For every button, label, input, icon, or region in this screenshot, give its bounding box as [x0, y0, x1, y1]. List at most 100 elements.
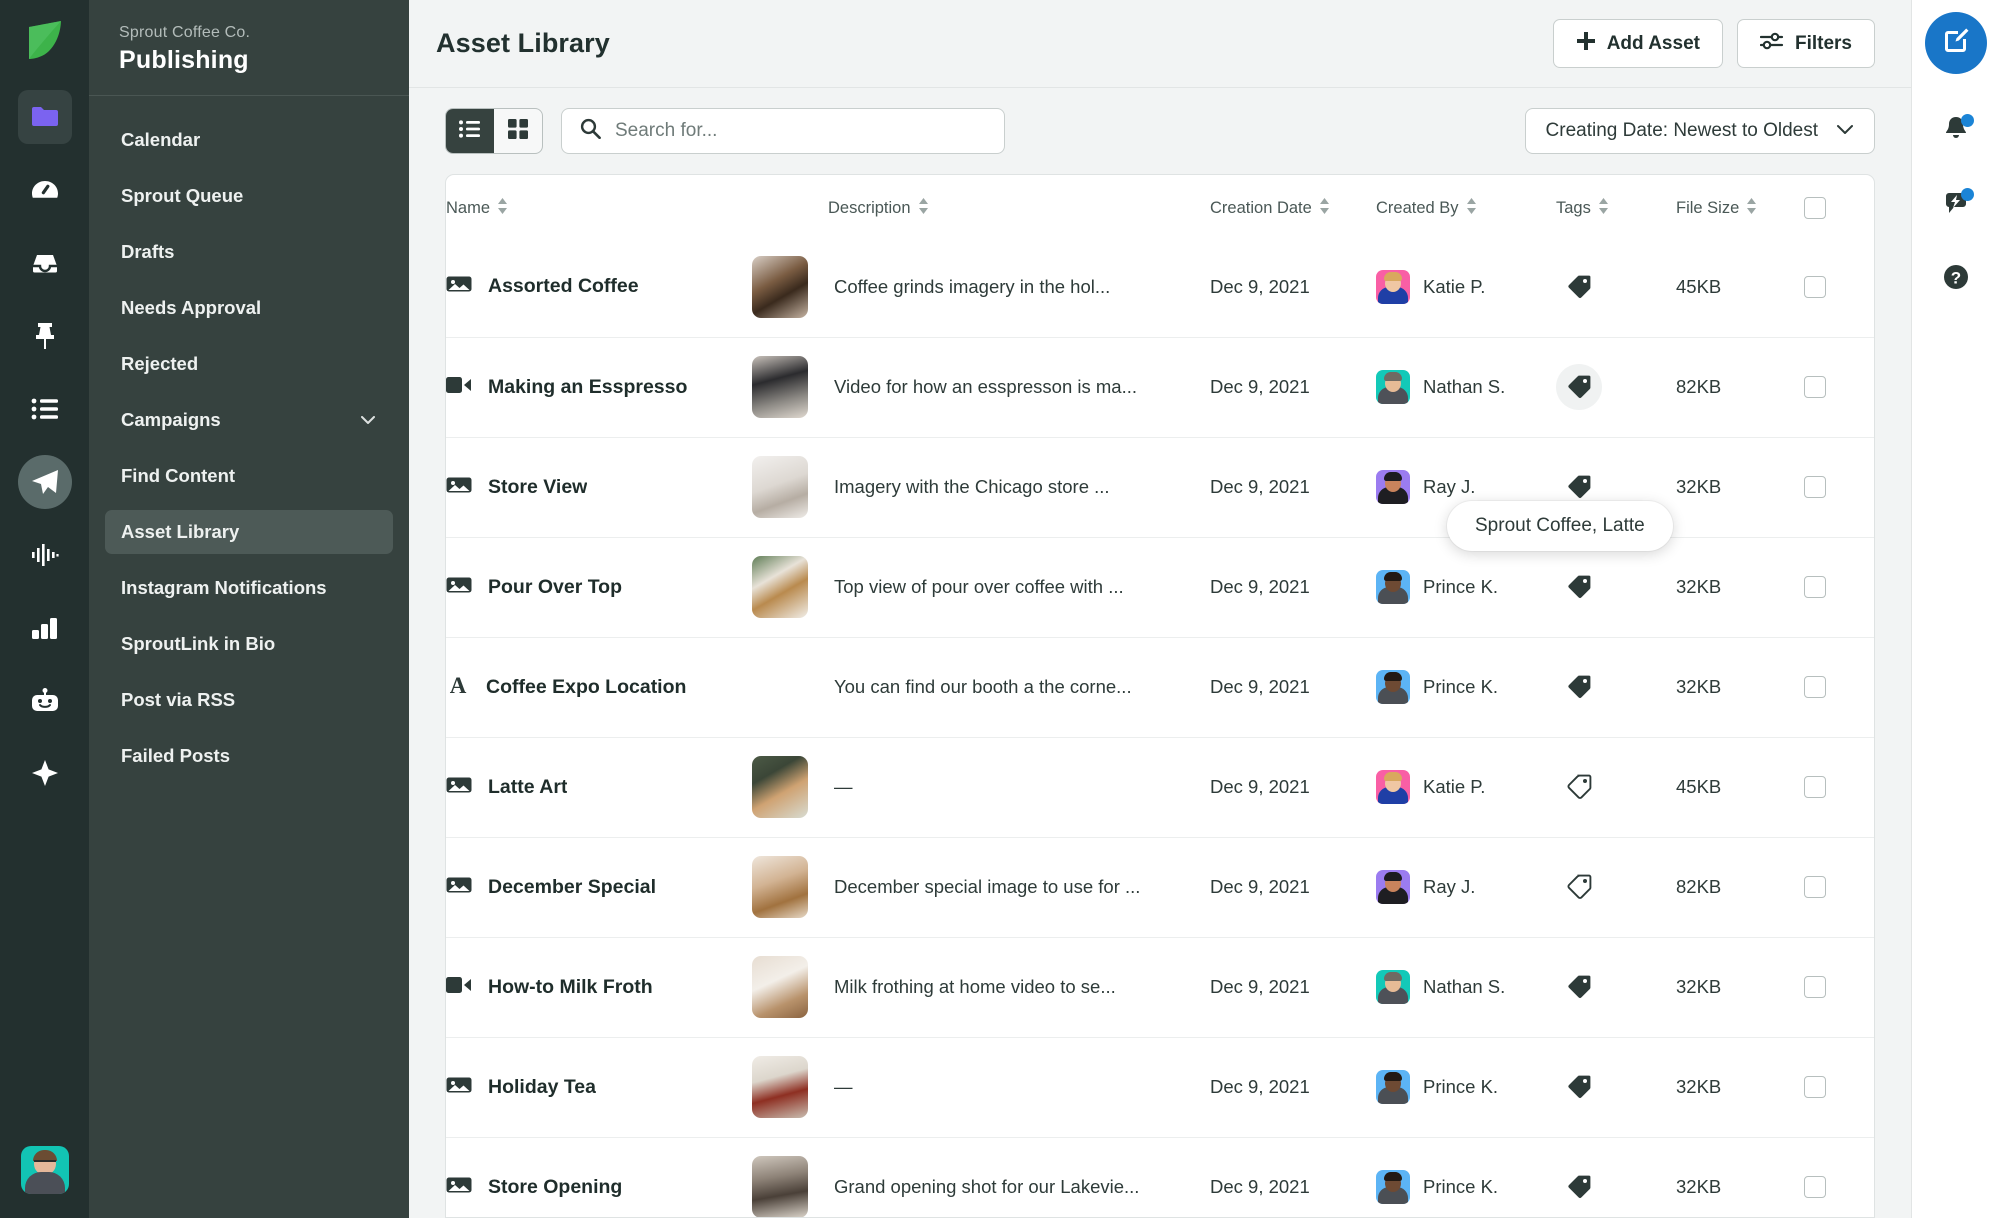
column-header-description[interactable]: Description — [828, 175, 1210, 237]
table-row[interactable]: A Coffee Expo Location You can find our bo… — [446, 636, 1874, 737]
rail-item-audio[interactable] — [18, 528, 72, 582]
tag-icon[interactable] — [1556, 364, 1602, 410]
row-checkbox[interactable] — [1804, 476, 1826, 498]
table-row[interactable]: Assorted Coffee Coffee grinds imagery in … — [446, 237, 1874, 337]
sidebar-item-sprout-queue[interactable]: Sprout Queue — [105, 174, 393, 218]
cell-description: Imagery with the Chicago store ... — [752, 436, 1210, 537]
list-view-icon — [459, 119, 481, 143]
cell-created-by: Prince K. — [1376, 1036, 1556, 1137]
cell-description: Coffee grinds imagery in the hol... — [752, 237, 1210, 337]
table-row[interactable]: How-to Milk Froth Milk frothing at home v… — [446, 936, 1874, 1037]
sidebar-item-asset-library[interactable]: Asset Library — [105, 510, 393, 554]
cell-description: — — [752, 736, 1210, 837]
search-box[interactable] — [561, 108, 1005, 154]
sidebar-item-find-content[interactable]: Find Content — [105, 454, 393, 498]
row-checkbox[interactable] — [1804, 676, 1826, 698]
chevron-down-icon — [359, 411, 377, 429]
bar-chart-icon — [31, 617, 59, 639]
column-header-select-all[interactable] — [1804, 175, 1874, 237]
grid-view-button[interactable] — [494, 109, 542, 153]
filters-button[interactable]: Filters — [1736, 19, 1875, 68]
sprout-leaf-logo[interactable] — [18, 14, 72, 68]
column-header-creation-date[interactable]: Creation Date — [1210, 175, 1376, 237]
cell-created-by: Prince K. — [1376, 1136, 1556, 1217]
sidebar-item-campaigns[interactable]: Campaigns — [105, 398, 393, 442]
gauge-icon — [31, 179, 59, 201]
row-checkbox[interactable] — [1804, 776, 1826, 798]
row-checkbox[interactable] — [1804, 275, 1826, 298]
list-view-button[interactable] — [446, 109, 494, 153]
notifications-button[interactable] — [1925, 100, 1987, 162]
rail-item-inbox[interactable] — [18, 236, 72, 290]
tag-icon[interactable] — [1556, 864, 1602, 910]
asset-name: Coffee Expo Location — [486, 675, 687, 698]
sidebar-item-rejected[interactable]: Rejected — [105, 342, 393, 386]
sort-dropdown[interactable]: Creating Date: Newest to Oldest — [1524, 108, 1875, 154]
cell-select — [1804, 237, 1874, 337]
sidebar-item-sproutlink-in-bio[interactable]: SproutLink in Bio — [105, 622, 393, 666]
cell-tags — [1556, 1036, 1676, 1137]
cell-creation-date: Dec 9, 2021 — [1210, 936, 1376, 1037]
cell-creation-date: Dec 9, 2021 — [1210, 1136, 1376, 1217]
rail-item-advocacy[interactable] — [18, 747, 72, 801]
sidebar-item-failed-posts[interactable]: Failed Posts — [105, 734, 393, 778]
cell-select — [1804, 536, 1874, 637]
row-checkbox[interactable] — [1804, 1176, 1826, 1199]
table-row[interactable]: December Special December special image t… — [446, 836, 1874, 937]
row-checkbox[interactable] — [1804, 876, 1826, 898]
topbar-actions: Add Asset Filters — [1552, 19, 1875, 68]
column-header-file-size[interactable]: File Size — [1676, 175, 1804, 237]
cell-select — [1804, 1136, 1874, 1217]
video-icon — [446, 375, 472, 400]
cell-description: Top view of pour over coffee with ... — [752, 536, 1210, 637]
tag-icon[interactable] — [1556, 1164, 1602, 1210]
avatar[interactable] — [21, 1146, 69, 1194]
rail-item-bots[interactable] — [18, 674, 72, 728]
tag-icon[interactable] — [1556, 1064, 1602, 1110]
column-header-created-by[interactable]: Created By — [1376, 175, 1556, 237]
rail-item-reports[interactable] — [18, 601, 72, 655]
add-asset-button[interactable]: Add Asset — [1552, 19, 1723, 68]
compose-button[interactable] — [1925, 12, 1987, 74]
select-all-checkbox[interactable] — [1804, 197, 1826, 219]
sort-dropdown-label: Creating Date: Newest to Oldest — [1545, 120, 1818, 141]
rail-item-dashboard[interactable] — [18, 163, 72, 217]
table-row[interactable]: Making an Esspresso Video for how an essp… — [446, 336, 1874, 437]
image-icon — [446, 274, 472, 299]
row-checkbox[interactable] — [1804, 576, 1826, 598]
rail-item-pinned[interactable] — [18, 309, 72, 363]
column-header-name[interactable]: Name — [446, 175, 828, 237]
cell-creation-date: Dec 9, 2021 — [1210, 237, 1376, 337]
search-input[interactable] — [615, 120, 986, 142]
table-row[interactable]: Store Opening Grand opening shot for our … — [446, 1136, 1874, 1217]
tag-icon[interactable] — [1556, 764, 1602, 810]
tag-icon[interactable] — [1556, 664, 1602, 710]
tag-icon[interactable] — [1556, 564, 1602, 610]
rail-item-listening[interactable] — [18, 382, 72, 436]
column-header-tags[interactable]: Tags — [1556, 175, 1676, 237]
row-checkbox[interactable] — [1804, 376, 1826, 398]
file-size: 45KB — [1676, 776, 1722, 797]
main-content: Asset Library Add Asset Filters Search f… — [409, 0, 1911, 1218]
tag-icon[interactable] — [1556, 964, 1602, 1010]
rail-item-folder[interactable] — [17, 90, 72, 144]
sidebar-item-drafts[interactable]: Drafts — [105, 230, 393, 274]
whats-new-button[interactable] — [1925, 174, 1987, 236]
row-checkbox[interactable] — [1804, 976, 1826, 998]
column-label: Name — [446, 198, 491, 217]
sidebar-item-post-via-rss[interactable]: Post via RSS — [105, 678, 393, 722]
avatar — [1376, 370, 1410, 404]
sidebar-item-needs-approval[interactable]: Needs Approval — [105, 286, 393, 330]
row-checkbox[interactable] — [1804, 1076, 1826, 1098]
sidebar-item-instagram-notifications[interactable]: Instagram Notifications — [105, 566, 393, 610]
table-row[interactable]: Pour Over Top Top view of pour over coffe… — [446, 536, 1874, 637]
cell-select — [1804, 636, 1874, 737]
tag-icon[interactable] — [1556, 264, 1602, 310]
rail-item-publishing[interactable] — [17, 455, 72, 509]
page-topbar: Asset Library Add Asset Filters — [409, 0, 1911, 88]
sidebar-item-label: Post via RSS — [121, 689, 236, 710]
help-button[interactable]: ? — [1925, 248, 1987, 310]
sidebar-item-calendar[interactable]: Calendar — [105, 118, 393, 162]
table-row[interactable]: Holiday Tea — Dec 9, 2021 Prince K. 32KB — [446, 1036, 1874, 1137]
table-row[interactable]: Latte Art — Dec 9, 2021 Katie P. 45KB — [446, 736, 1874, 837]
